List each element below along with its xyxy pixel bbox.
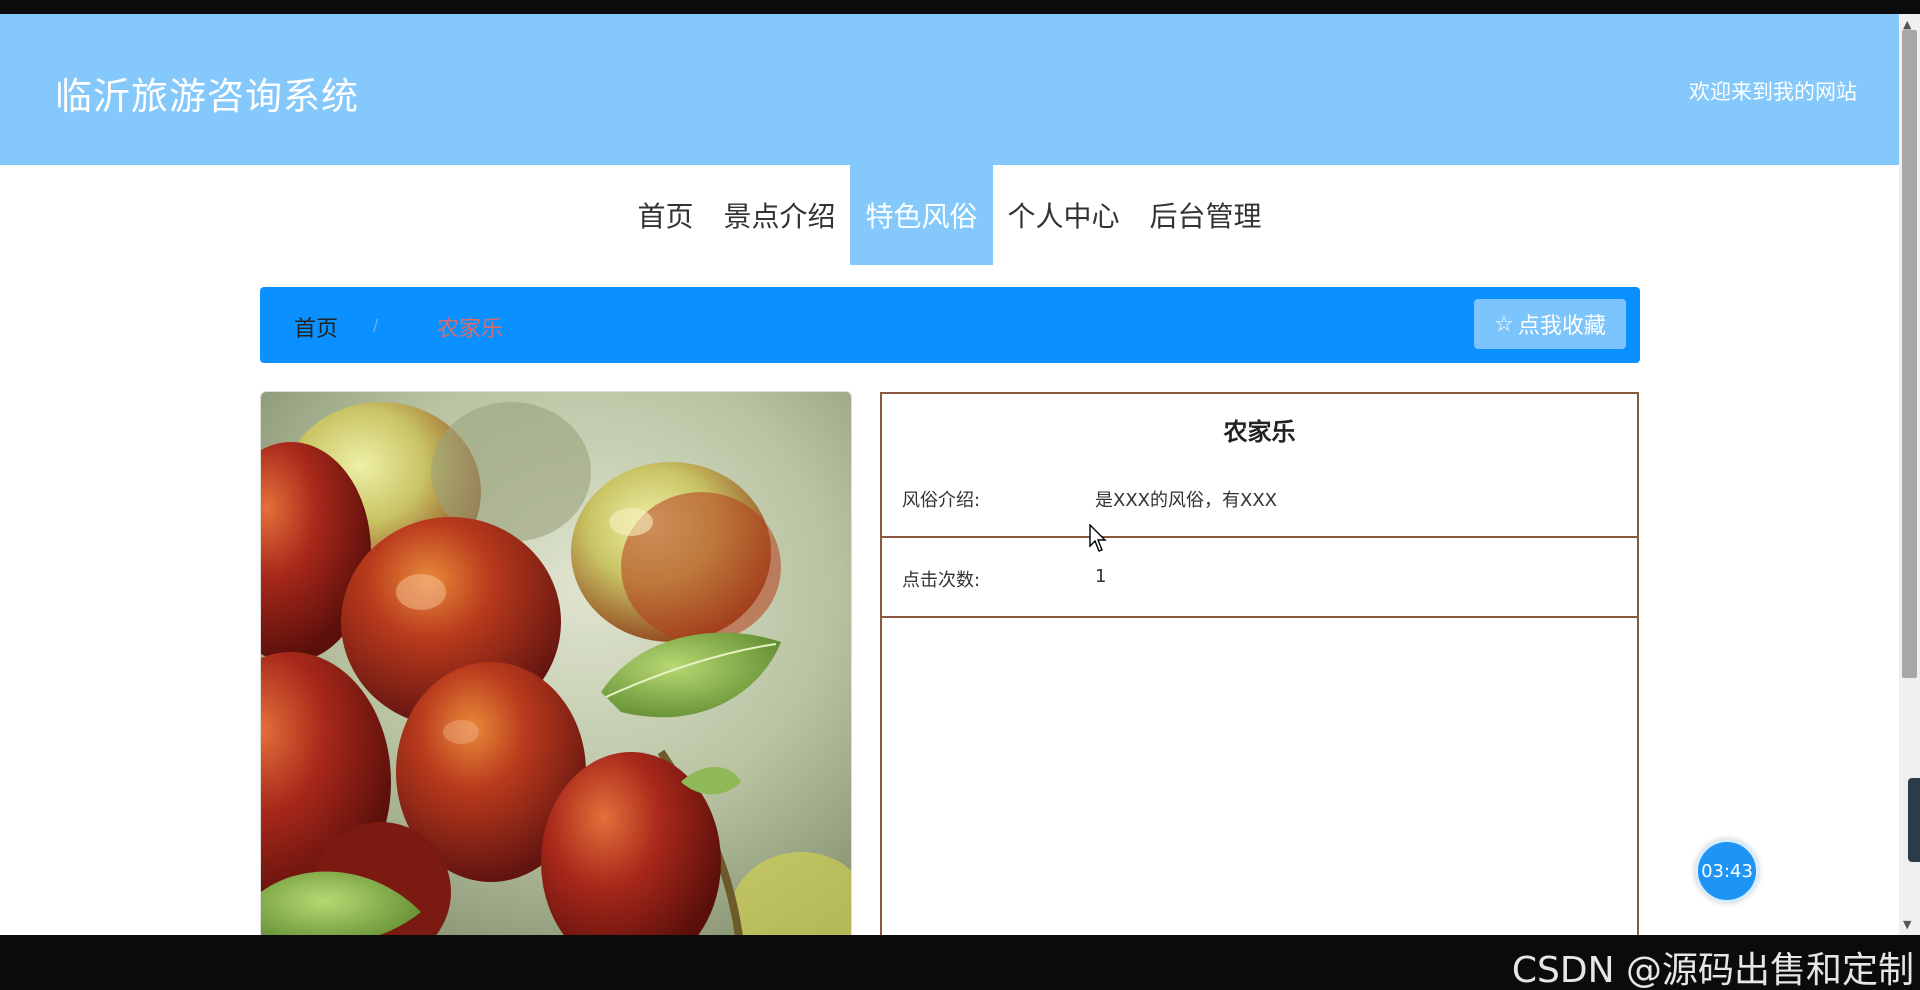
intro-value: 是XXX的风俗，有XXX	[1095, 490, 1277, 511]
divider	[882, 536, 1637, 538]
breadcrumb: 首页 / 农家乐 ☆ 点我收藏	[260, 287, 1640, 363]
timer-value: 03:43	[1701, 860, 1753, 882]
nav-item-customs[interactable]: 特色风俗	[850, 165, 993, 265]
browser-viewport: 临沂旅游咨询系统 欢迎来到我的网站 首页 景点介绍 特色风俗 个人中心 后台管理…	[0, 14, 1899, 935]
breadcrumb-current: 农家乐	[437, 317, 504, 342]
nav-item-label: 个人中心	[1007, 200, 1120, 233]
scroll-down-arrow-icon[interactable]: ▼	[1903, 918, 1911, 931]
nav-item-admin[interactable]: 后台管理	[1135, 165, 1277, 265]
site-title: 临沂旅游咨询系统	[55, 75, 359, 118]
breadcrumb-home-link[interactable]: 首页	[294, 311, 338, 343]
window-bottom-bar: CSDN @源码出售和定制	[0, 935, 1920, 990]
favorite-button[interactable]: ☆ 点我收藏	[1474, 299, 1626, 349]
mouse-cursor-icon	[1089, 523, 1109, 558]
divider	[882, 616, 1637, 618]
detail-title: 农家乐	[1223, 418, 1296, 446]
welcome-text: 欢迎来到我的网站	[1689, 80, 1857, 104]
breadcrumb-separator: /	[373, 315, 379, 334]
nav-item-home[interactable]: 首页	[622, 165, 708, 265]
timer-badge[interactable]: 03:43	[1695, 839, 1759, 903]
nav-item-label: 景点介绍	[723, 200, 836, 233]
side-tool-widget[interactable]	[1908, 778, 1920, 862]
clicks-value: 1	[1095, 566, 1107, 587]
nav-item-attractions[interactable]: 景点介绍	[708, 165, 850, 265]
scrollbar-thumb[interactable]	[1902, 30, 1917, 678]
clicks-label: 点击次数:	[902, 570, 981, 591]
jujube-fruit-image	[261, 392, 851, 935]
intro-label: 风俗介绍:	[902, 490, 981, 511]
star-outline-icon: ☆	[1494, 311, 1514, 336]
custom-detail-panel: 农家乐 风俗介绍: 是XXX的风俗，有XXX 点击次数: 1	[880, 392, 1639, 935]
favorite-button-label: 点我收藏	[1517, 313, 1606, 338]
nav-item-label: 特色风俗	[865, 200, 978, 233]
watermark: CSDN @源码出售和定制	[1511, 950, 1914, 990]
custom-photo	[260, 391, 852, 935]
site-header: 临沂旅游咨询系统 欢迎来到我的网站	[0, 14, 1899, 165]
nav-item-label: 后台管理	[1149, 200, 1262, 233]
window-top-bar	[0, 0, 1920, 14]
main-nav: 首页 景点介绍 特色风俗 个人中心 后台管理	[0, 165, 1899, 265]
nav-item-label: 首页	[637, 200, 694, 233]
nav-item-personal-center[interactable]: 个人中心	[993, 165, 1135, 265]
